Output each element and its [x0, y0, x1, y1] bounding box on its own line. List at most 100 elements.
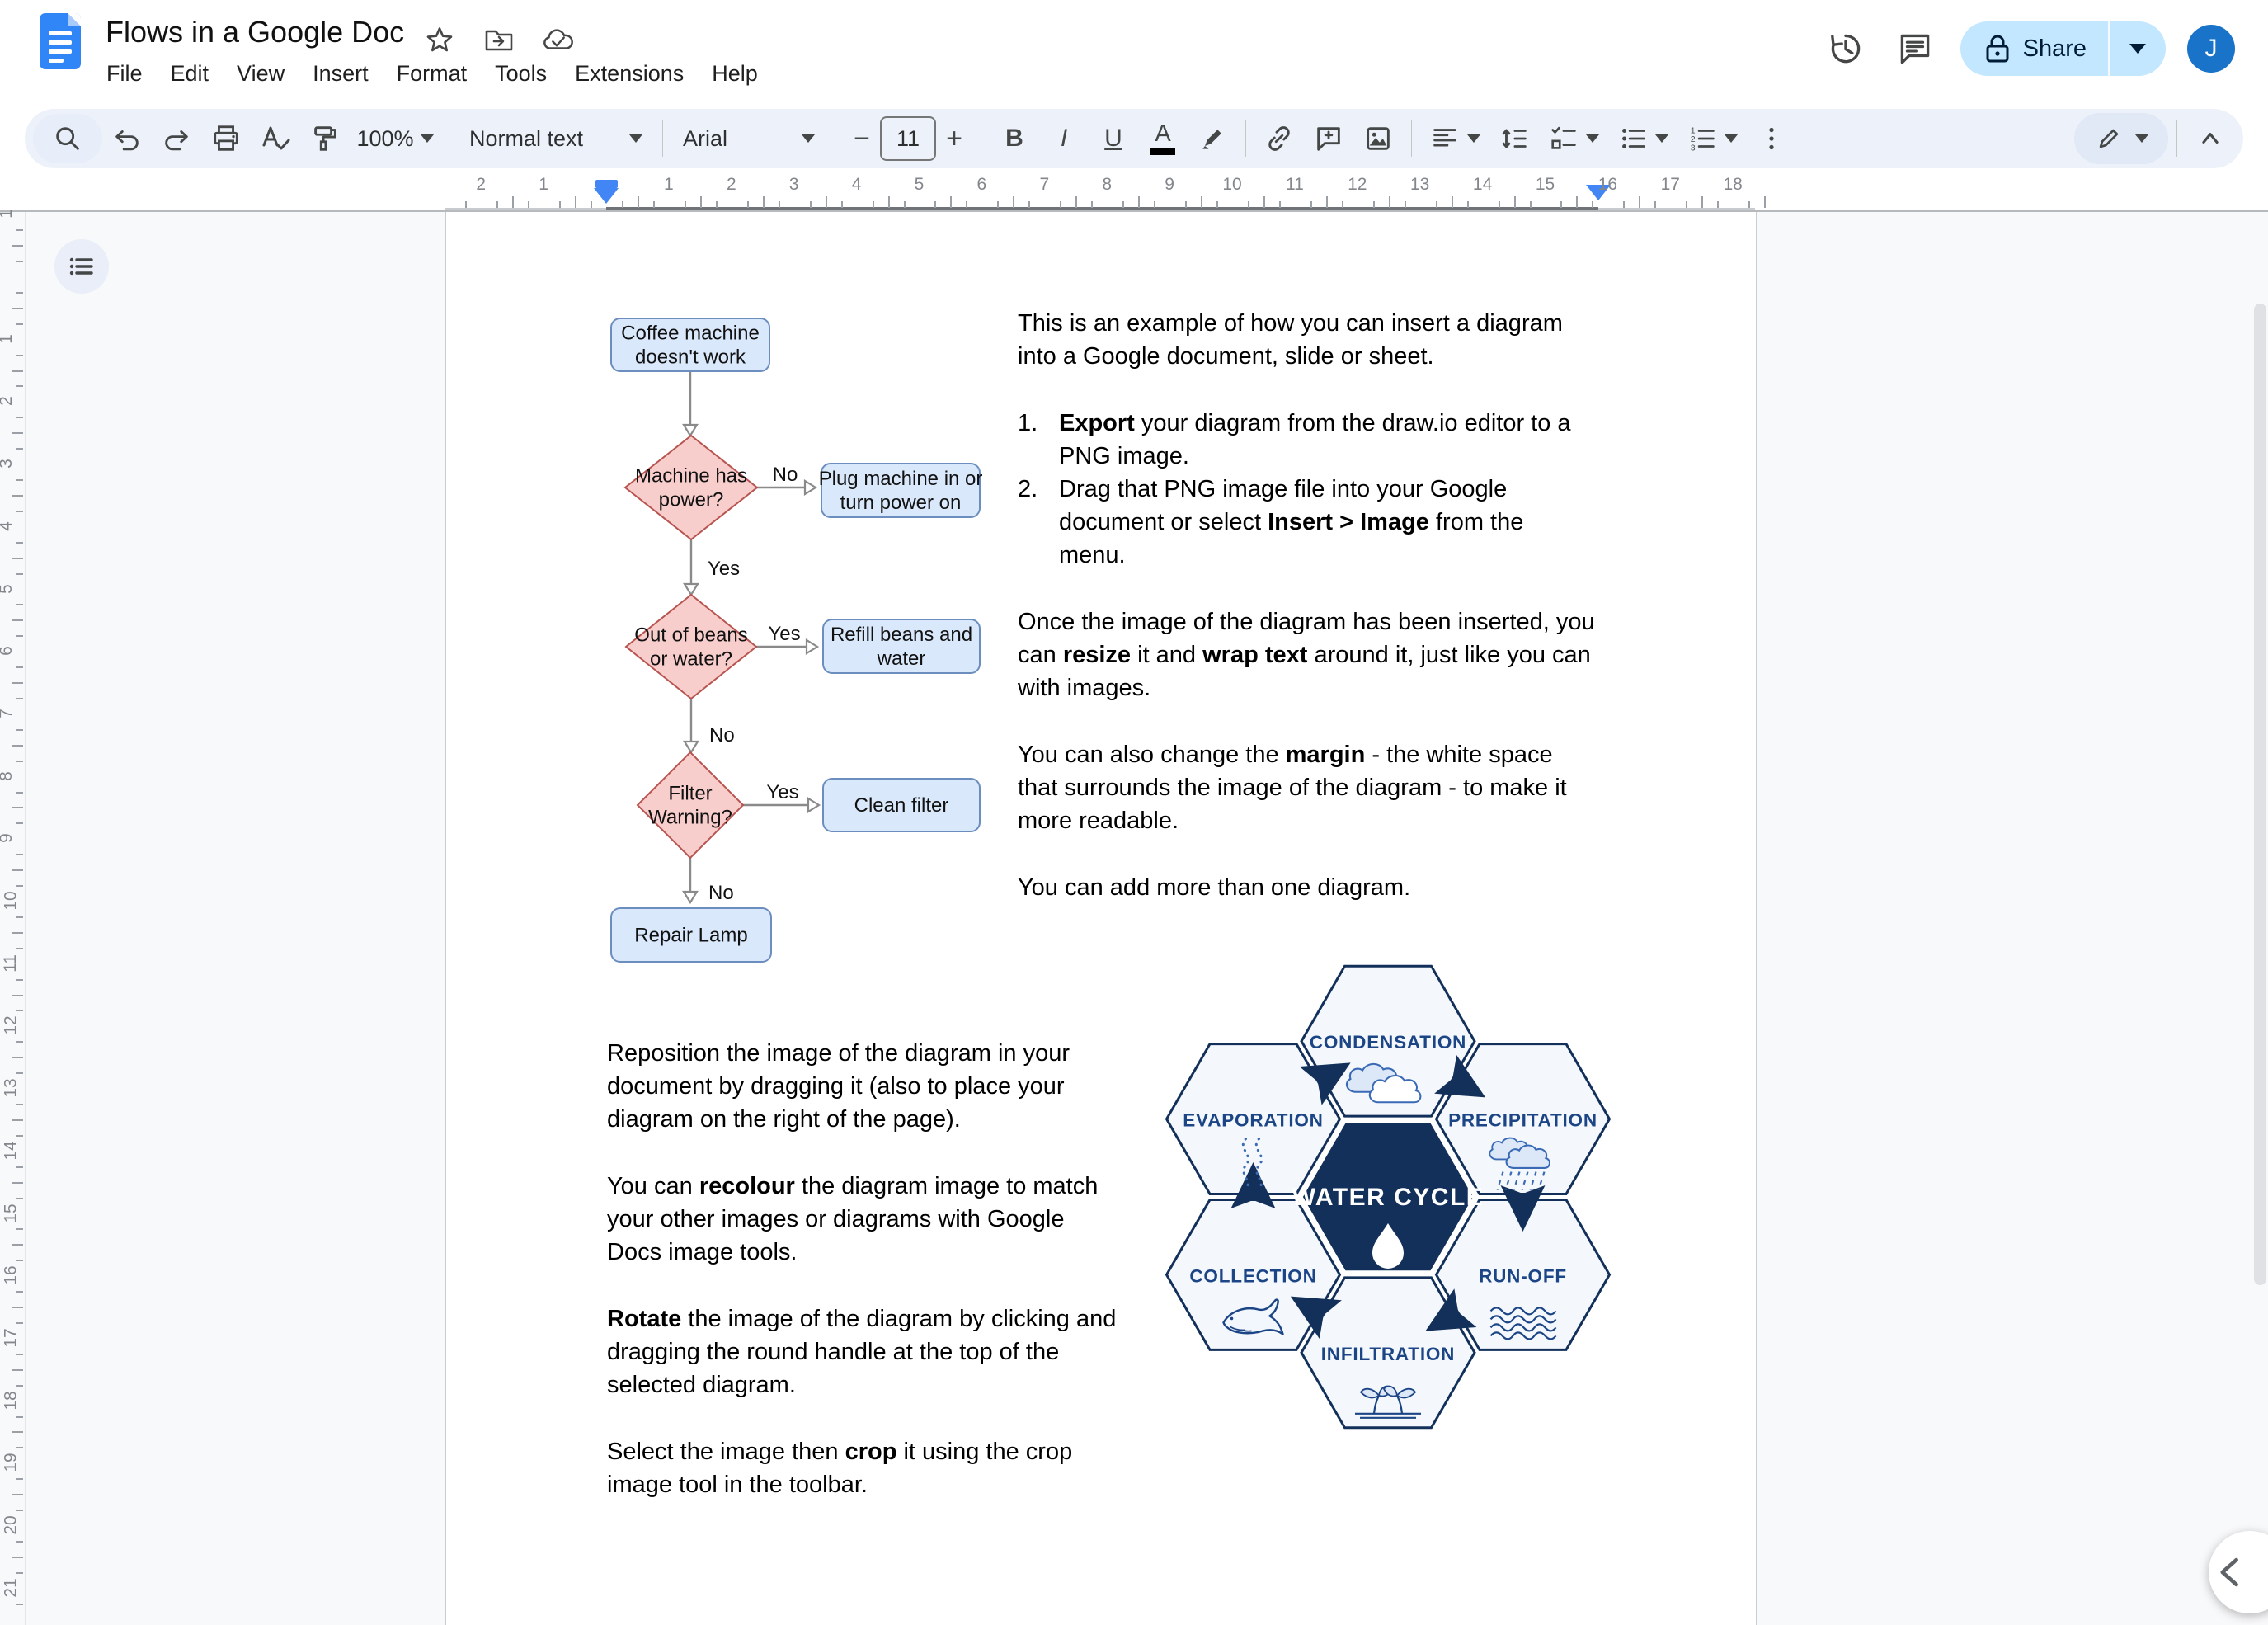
water-cycle-diagram-image[interactable]: WATER CYCLECONDENSATIONEVAPORATIONPRECIP…: [1147, 946, 1635, 1448]
svg-text:3: 3: [1691, 144, 1696, 153]
flowchart-diagram-image[interactable]: NoYesYesNoYesNoCoffee machinedoesn't wor…: [578, 294, 1007, 984]
paragraph: Select the image then crop it using the …: [607, 1435, 1118, 1501]
list-number: 2.: [1018, 473, 1059, 572]
svg-text:Out of beans: Out of beans: [634, 624, 747, 647]
redo-icon[interactable]: [152, 114, 201, 163]
svg-text:Refill beans and: Refill beans and: [831, 624, 972, 646]
svg-text:1: 1: [1691, 126, 1696, 135]
svg-text:Warning?: Warning?: [648, 807, 732, 829]
insert-image-icon[interactable]: [1353, 114, 1403, 163]
spellcheck-icon[interactable]: [251, 114, 300, 163]
text-color-button[interactable]: A: [1138, 114, 1188, 163]
move-folder-icon[interactable]: [482, 23, 516, 58]
paragraph: Reposition the image of the diagram in y…: [607, 1037, 1118, 1136]
svg-text:doesn't work: doesn't work: [635, 346, 746, 369]
svg-text:Repair Lamp: Repair Lamp: [634, 925, 747, 947]
paragraph: Rotate the image of the diagram by click…: [607, 1302, 1118, 1401]
paragraph-style-select[interactable]: Normal text: [458, 114, 654, 163]
bulleted-list-icon[interactable]: [1608, 114, 1677, 163]
menu-item-help[interactable]: Help: [698, 56, 772, 92]
line-spacing-icon[interactable]: [1489, 114, 1539, 163]
insert-link-icon[interactable]: [1254, 114, 1304, 163]
list-item: 1.Export your diagram from the draw.io e…: [1018, 407, 1595, 473]
paragraph: Once the image of the diagram has been i…: [1018, 605, 1595, 704]
scrollbar-thumb[interactable]: [2254, 304, 2266, 1285]
decrease-font-size-button[interactable]: −: [844, 114, 880, 163]
star-icon[interactable]: [422, 23, 457, 58]
checklist-icon[interactable]: [1539, 114, 1608, 163]
svg-text:PRECIPITATION: PRECIPITATION: [1448, 1110, 1597, 1131]
align-icon[interactable]: [1420, 114, 1489, 163]
avatar[interactable]: J: [2187, 25, 2235, 73]
svg-text:CONDENSATION: CONDENSATION: [1310, 1032, 1466, 1053]
more-options-icon[interactable]: [1747, 114, 1796, 163]
svg-text:Filter: Filter: [668, 783, 712, 805]
print-icon[interactable]: [201, 114, 251, 163]
cloud-saved-icon[interactable]: [541, 23, 576, 58]
comments-icon[interactable]: [1891, 25, 1939, 73]
paint-format-icon[interactable]: [300, 114, 350, 163]
svg-text:Coffee machine: Coffee machine: [621, 323, 760, 345]
vertical-ruler[interactable]: 1123456789101112131415161718192021: [0, 212, 25, 1625]
left-indent-marker[interactable]: [594, 188, 619, 204]
document-outline-button[interactable]: [54, 239, 109, 294]
svg-text:EVAPORATION: EVAPORATION: [1183, 1110, 1323, 1131]
menu-bar: FileEditViewInsertFormatToolsExtensionsH…: [92, 56, 772, 92]
share-caret-icon[interactable]: [2110, 44, 2166, 54]
share-label: Share: [2023, 35, 2087, 63]
body-text-right-column: This is an example of how you can insert…: [1018, 307, 1595, 904]
paragraph: You can recolour the diagram image to ma…: [607, 1170, 1118, 1269]
undo-icon[interactable]: [102, 114, 152, 163]
underline-button[interactable]: U: [1089, 114, 1138, 163]
svg-text:COLLECTION: COLLECTION: [1189, 1265, 1316, 1286]
menu-item-file[interactable]: File: [92, 56, 157, 92]
version-history-icon[interactable]: [1822, 25, 1870, 73]
svg-text:or water?: or water?: [650, 648, 732, 671]
menu-item-extensions[interactable]: Extensions: [561, 56, 698, 92]
editing-mode-pencil-icon: [2094, 124, 2124, 153]
svg-text:2: 2: [1691, 135, 1696, 144]
google-docs-logo-icon[interactable]: [40, 13, 81, 69]
svg-text:RUN-OFF: RUN-OFF: [1479, 1265, 1567, 1286]
toolbar: 100% Normal text Arial − 11 + B I U A: [25, 109, 2243, 168]
document-page[interactable]: NoYesYesNoYesNoCoffee machinedoesn't wor…: [445, 212, 1757, 1625]
svg-text:water: water: [877, 648, 926, 670]
svg-text:Plug machine in or: Plug machine in or: [819, 468, 983, 490]
first-line-indent-marker[interactable]: [595, 180, 618, 188]
menu-item-tools[interactable]: Tools: [481, 56, 561, 92]
collapse-toolbar-icon[interactable]: [2186, 114, 2235, 163]
svg-text:Clean filter: Clean filter: [854, 794, 949, 817]
add-comment-icon[interactable]: [1304, 114, 1353, 163]
svg-text:turn power on: turn power on: [840, 492, 962, 514]
menu-item-format[interactable]: Format: [383, 56, 482, 92]
svg-text:No: No: [708, 882, 734, 904]
paragraph: This is an example of how you can insert…: [1018, 307, 1595, 373]
top-bar: Flows in a Google Doc FileEditViewInsert…: [0, 0, 2268, 107]
menu-item-insert[interactable]: Insert: [299, 56, 383, 92]
body-text-left-column: Reposition the image of the diagram in y…: [607, 1037, 1118, 1501]
increase-font-size-button[interactable]: +: [936, 114, 972, 163]
bold-button[interactable]: B: [990, 114, 1039, 163]
list-item: 2.Drag that PNG image file into your Goo…: [1018, 473, 1595, 572]
list-number: 1.: [1018, 407, 1059, 473]
svg-text:No: No: [709, 724, 735, 747]
italic-button[interactable]: I: [1039, 114, 1089, 163]
svg-text:No: No: [773, 464, 798, 486]
menu-item-view[interactable]: View: [223, 56, 299, 92]
font-size-input[interactable]: 11: [880, 116, 936, 161]
editing-mode-select[interactable]: [2074, 113, 2168, 164]
numbered-list-icon[interactable]: 123: [1677, 114, 1747, 163]
highlight-color-icon[interactable]: [1188, 114, 1237, 163]
share-button[interactable]: Share: [1960, 21, 2166, 76]
horizontal-ruler[interactable]: 21123456789101112131415161718: [0, 172, 2268, 210]
font-family-select[interactable]: Arial: [671, 114, 826, 163]
outline-list-icon: [67, 252, 96, 281]
document-title[interactable]: Flows in a Google Doc: [106, 15, 404, 49]
search-icon[interactable]: [33, 114, 102, 163]
svg-text:power?: power?: [659, 489, 724, 511]
lock-icon: [1983, 33, 2012, 64]
zoom-select[interactable]: 100%: [350, 114, 440, 163]
paragraph: You can add more than one diagram.: [1018, 871, 1595, 904]
menu-item-edit[interactable]: Edit: [157, 56, 224, 92]
svg-text:Yes: Yes: [768, 623, 800, 645]
